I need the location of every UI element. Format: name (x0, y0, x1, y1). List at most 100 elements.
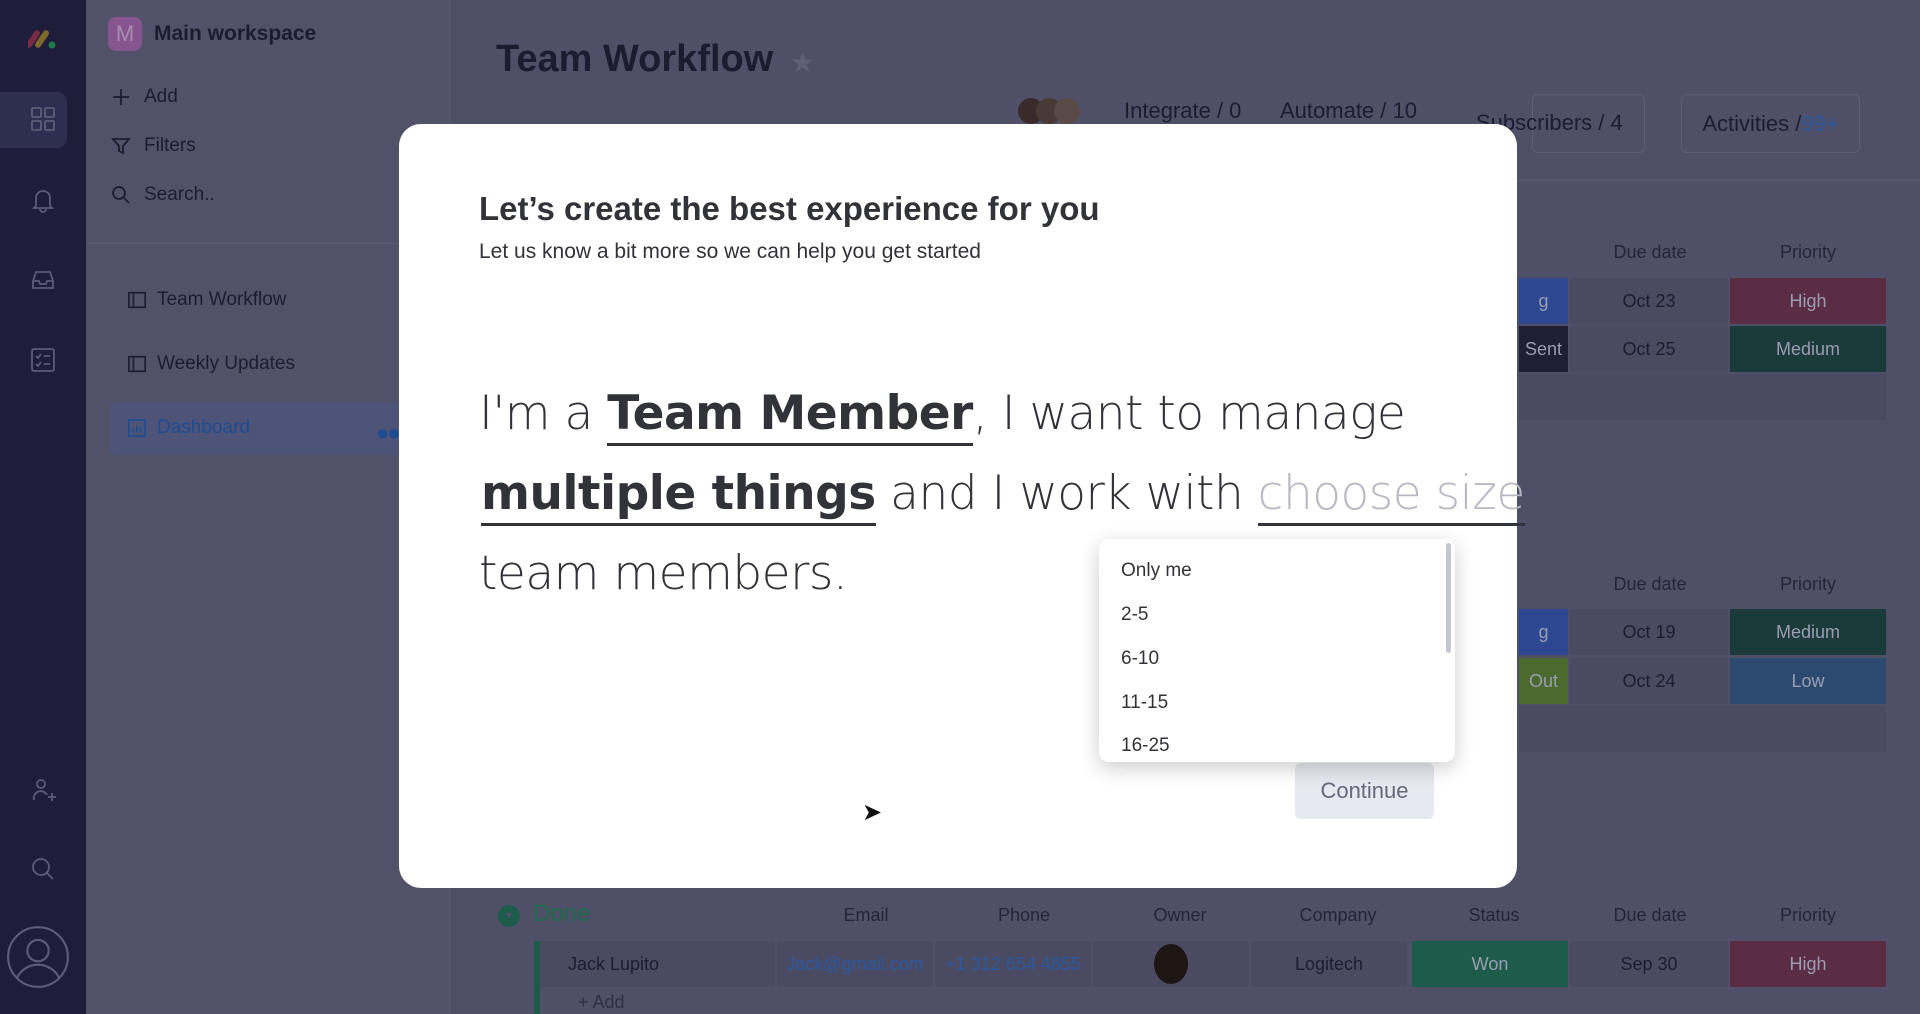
board-members-avatars[interactable] (1018, 98, 1080, 124)
owner-cell[interactable] (1093, 941, 1249, 987)
column-header-due-date: Due date (1613, 242, 1687, 262)
workspaces-grid-icon[interactable] (21, 97, 65, 141)
activities-button[interactable]: Activities /99+ (1681, 94, 1860, 153)
modal-title: Let’s create the best experience for you (479, 190, 1100, 227)
sentence-text: , I want to manage (972, 386, 1406, 441)
avatar-icon[interactable] (6, 925, 70, 989)
dropdown-option[interactable]: Only me (1121, 560, 1192, 582)
dropdown-option[interactable]: 16-25 (1121, 735, 1170, 757)
header-divider (1517, 180, 1920, 181)
dashboard-icon (128, 419, 146, 437)
star-icon[interactable]: ★ (790, 46, 815, 79)
priority-cell[interactable]: High (1730, 278, 1886, 324)
item-name-cell[interactable]: Jack Lupito (540, 941, 775, 987)
due-date-cell[interactable]: Oct 24 (1570, 658, 1728, 704)
sidebar-item-dashboard-content[interactable]: Dashboard (127, 417, 250, 439)
column-header-priority: Priority (1779, 242, 1837, 262)
sidebar-item-team-workflow[interactable]: Team Workflow (127, 289, 287, 311)
priority-cell[interactable]: Low (1730, 658, 1886, 704)
board-icon (128, 355, 146, 373)
workspace-name: Main workspace (154, 22, 317, 45)
status-cell[interactable]: g (1519, 278, 1568, 324)
invite-user-icon[interactable] (21, 768, 65, 812)
my-work-checklist-icon[interactable] (21, 338, 65, 382)
dropdown-option[interactable]: 11-15 (1121, 692, 1168, 714)
mouse-cursor-icon: ➤ (862, 799, 883, 826)
due-date-cell[interactable]: Oct 23 (1570, 278, 1728, 324)
board-title: Team Workflow (496, 38, 774, 80)
sentence-text: and I work with (875, 466, 1258, 521)
column-header-due-date: Due date (1613, 905, 1687, 925)
board-label: Team Workflow (157, 289, 287, 310)
owner-avatar (1154, 944, 1188, 984)
plus-icon (113, 89, 129, 105)
status-cell[interactable]: g (1519, 609, 1568, 655)
more-options-icon[interactable]: ●● (376, 420, 401, 446)
add-row[interactable] (1519, 374, 1886, 420)
scope-select[interactable]: multiple things (481, 466, 876, 526)
divider (86, 243, 450, 244)
inbox-icon[interactable] (21, 258, 65, 302)
workspace-selector[interactable]: M Main workspace (108, 17, 316, 51)
add-button[interactable]: Add (110, 86, 178, 108)
column-header-priority: Priority (1779, 905, 1837, 925)
board-icon (128, 291, 146, 309)
role-select[interactable]: Team Member (607, 386, 973, 446)
team-size-select[interactable]: choose size (1257, 466, 1525, 526)
integrate-button[interactable]: Integrate / 0 (1124, 98, 1241, 124)
add-row[interactable] (1519, 706, 1886, 752)
filters-button[interactable]: Filters (110, 135, 196, 157)
collapse-group-icon[interactable]: ▼ (498, 905, 520, 927)
dropdown-option[interactable]: 6-10 (1121, 648, 1159, 670)
group-title-done[interactable]: Done (533, 900, 590, 928)
phone-cell[interactable]: +1 312 654 4855 (935, 941, 1091, 987)
left-rail (0, 0, 86, 1014)
column-header-priority: Priority (1779, 574, 1837, 594)
status-cell[interactable]: Sent (1519, 326, 1568, 372)
search-label: Search.. (144, 184, 215, 205)
board-label: Dashboard (157, 417, 250, 438)
workspace-sidebar: M Main workspace Add Filters Search.. Te… (86, 0, 450, 1014)
add-item-button[interactable]: + Add (578, 992, 625, 1013)
filters-label: Filters (144, 135, 196, 156)
column-header-phone: Phone (997, 905, 1051, 925)
column-header-status: Status (1468, 905, 1520, 925)
modal-subtitle: Let us know a bit more so we can help yo… (479, 240, 981, 263)
activities-label: Activities / (1702, 110, 1802, 136)
sidebar-item-weekly-updates[interactable]: Weekly Updates (127, 353, 295, 375)
due-date-cell[interactable]: Oct 19 (1570, 609, 1728, 655)
team-size-dropdown: Only me 2-5 6-10 11-15 16-25 (1099, 539, 1455, 762)
search-icon[interactable] (21, 847, 65, 891)
sentence-text: I'm a (479, 386, 608, 441)
board-label: Weekly Updates (157, 353, 295, 374)
email-cell[interactable]: Jack@gmail.com (777, 941, 933, 987)
onboarding-modal: Let’s create the best experience for you… (399, 124, 1525, 888)
monday-logo-icon[interactable] (21, 16, 65, 60)
column-header-email: Email (843, 905, 889, 925)
workspace-badge: M (108, 17, 142, 51)
due-date-cell[interactable]: Oct 25 (1570, 326, 1728, 372)
continue-button[interactable]: Continue (1295, 763, 1434, 819)
dropdown-scrollbar[interactable] (1446, 543, 1451, 653)
priority-cell[interactable]: High (1730, 941, 1886, 987)
filter-icon (111, 138, 131, 155)
priority-cell[interactable]: Medium (1730, 609, 1886, 655)
sentence-line-3: team members. (479, 546, 848, 601)
activities-count: 99+ (1801, 110, 1839, 136)
bell-icon[interactable] (21, 178, 65, 222)
search-icon (112, 186, 130, 204)
sentence-line-2: multiple things and I work with choose s… (481, 466, 1525, 526)
status-cell[interactable]: Won (1412, 941, 1568, 987)
automate-button[interactable]: Automate / 10 (1280, 98, 1417, 124)
dropdown-option[interactable]: 2-5 (1121, 604, 1148, 626)
column-header-owner: Owner (1153, 905, 1207, 925)
due-date-cell[interactable]: Sep 30 (1570, 941, 1728, 987)
add-label: Add (144, 86, 178, 107)
column-header-due-date: Due date (1613, 574, 1687, 594)
column-header-company: Company (1299, 905, 1377, 925)
sentence-line-1: I'm a Team Member, I want to manage (479, 386, 1406, 446)
status-cell[interactable]: Out (1519, 658, 1568, 704)
company-cell[interactable]: Logitech (1251, 941, 1407, 987)
search-button[interactable]: Search.. (110, 184, 215, 206)
priority-cell[interactable]: Medium (1730, 326, 1886, 372)
